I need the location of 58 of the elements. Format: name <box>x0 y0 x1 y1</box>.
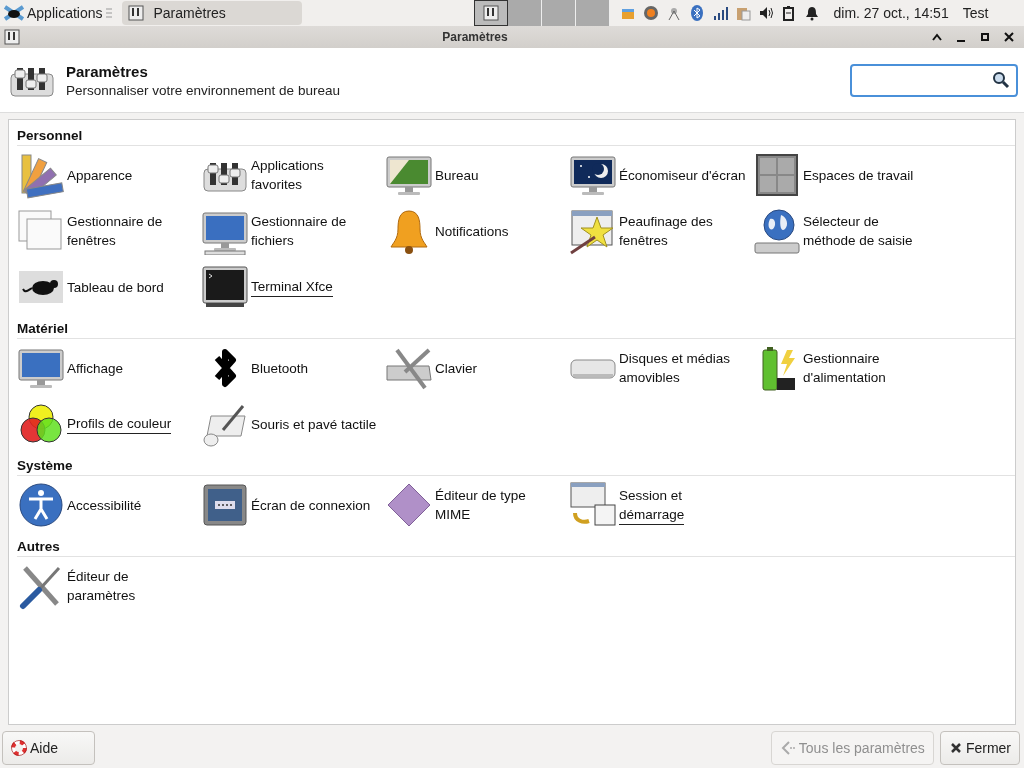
settings-item-link[interactable]: Économiseur d'écran <box>619 165 746 185</box>
close-icon[interactable] <box>1002 30 1016 44</box>
back-arrow-icon <box>779 740 796 756</box>
workspace-button[interactable] <box>473 0 508 26</box>
clipboard-icon[interactable] <box>734 5 751 21</box>
settings-item-link[interactable]: Gestionnaire de fichiers <box>251 212 347 250</box>
settings-item-link[interactable]: Éditeur de type MIME <box>435 486 526 524</box>
grid-icon <box>753 151 801 199</box>
settings-item-link[interactable]: Disques et médias amovibles <box>619 349 731 387</box>
settings-item-link[interactable]: Apparence <box>67 165 133 185</box>
lifebuoy-icon <box>11 740 27 756</box>
speaker-icon[interactable] <box>757 5 774 21</box>
help-button[interactable]: Aide <box>2 731 95 765</box>
settings-item-link[interactable]: Peaufinage des fenêtres <box>619 212 713 250</box>
settings-item-link[interactable]: Espaces de travail <box>803 165 914 185</box>
bluetooth-icon[interactable] <box>688 5 705 21</box>
bell-icon[interactable] <box>803 5 820 21</box>
close-button[interactable]: Fermer <box>939 731 1020 765</box>
settings-item-link[interactable]: Accessibilité <box>67 495 142 515</box>
section-heading: Personnel <box>17 126 1015 146</box>
signal-icon[interactable] <box>711 5 728 21</box>
settings-item-link[interactable]: Tableau de bord <box>67 277 164 297</box>
settings-item-link[interactable]: Clavier <box>435 358 477 378</box>
settings-item-link[interactable]: Profils de couleur <box>67 414 172 434</box>
section-heading: Matériel <box>17 319 1015 339</box>
mouse-icon <box>4 5 24 21</box>
settings-item-link[interactable]: Gestionnaire d'alimentation <box>803 349 886 387</box>
accessibility-icon <box>17 481 65 529</box>
clock[interactable]: dim. 27 oct., 14:51 <box>833 5 949 21</box>
close-icon <box>948 741 963 755</box>
header-subtitle: Personnaliser votre environnement de bureau <box>66 82 341 98</box>
settings-item-link[interactable]: Gestionnaire de fenêtres <box>67 212 163 250</box>
maximize-icon[interactable] <box>978 30 992 44</box>
applications-menu[interactable]: Applications <box>0 0 116 26</box>
settings-item-link[interactable]: Éditeur de paramètres <box>67 567 136 605</box>
search-icon <box>992 71 1010 89</box>
settings-item-link[interactable]: Bureau <box>435 165 479 185</box>
login-screen-icon <box>201 481 249 529</box>
settings-item-link[interactable]: Écran de connexion <box>251 495 371 515</box>
settings-item-link[interactable]: Session et démarrage <box>619 485 685 525</box>
taskbar-window-button[interactable]: Paramètres <box>121 1 302 25</box>
header-title: Paramètres <box>66 62 149 80</box>
settings-item-link[interactable]: Affichage <box>67 358 124 378</box>
section-heading: Système <box>17 456 1015 476</box>
settings-item-link[interactable]: Souris et pavé tactile <box>251 414 377 434</box>
settings-item-link[interactable]: Applications favorites <box>251 156 324 194</box>
window-title: Paramètres <box>441 30 509 44</box>
battery-icon[interactable] <box>780 5 797 21</box>
settings-item-link[interactable]: Notifications <box>435 221 509 241</box>
settings-item-link[interactable]: Terminal Xfce <box>251 277 333 297</box>
session-icon <box>569 481 617 529</box>
section-heading: Autres <box>17 537 1015 557</box>
user-name[interactable]: Test <box>962 5 989 21</box>
settings-item-link[interactable]: Bluetooth <box>251 358 309 378</box>
search-field[interactable] <box>850 63 1018 97</box>
settings-item-link[interactable]: Sélecteur de méthode de saisie <box>803 212 913 250</box>
handle-icon <box>105 8 112 18</box>
diamond-icon <box>385 481 433 529</box>
